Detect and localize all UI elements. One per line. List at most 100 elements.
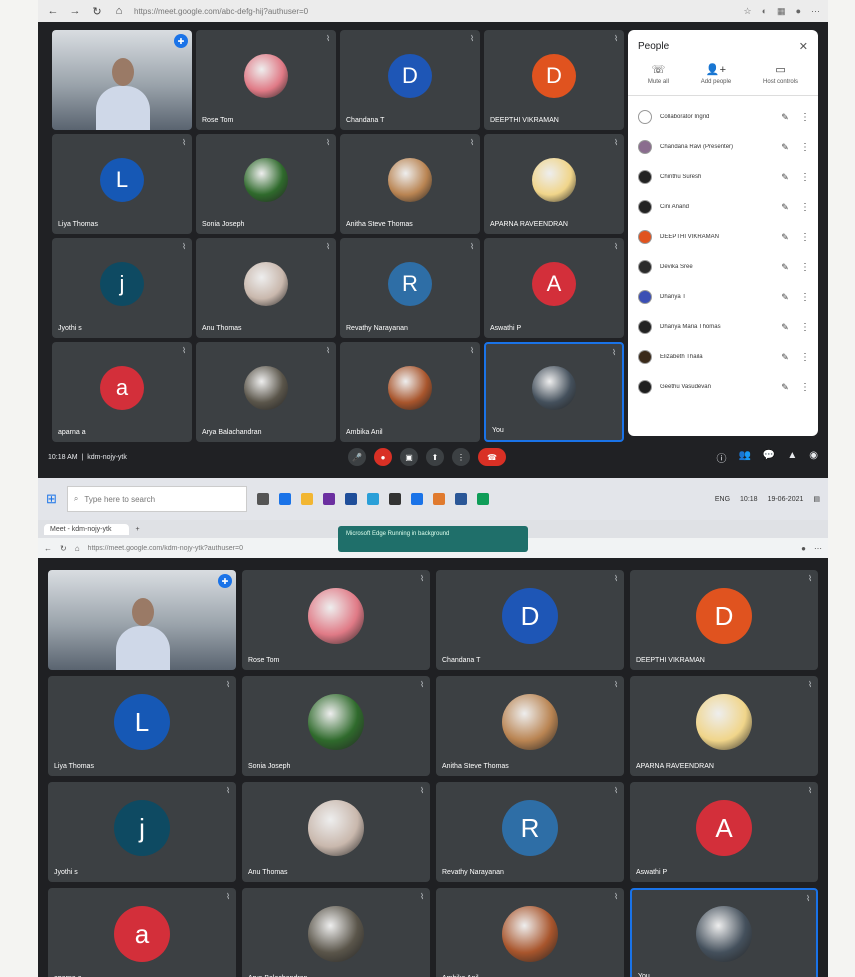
home-button[interactable]: ⌂ [112, 5, 126, 17]
mute-icon[interactable]: ✎ [778, 172, 792, 183]
participant-tile[interactable]: L ⌇ Liya Thomas [52, 134, 192, 234]
browser-tab[interactable]: Meet - kdm-nojy-ytk [44, 523, 130, 535]
participant-tile[interactable]: ⌇ Anu Thomas [242, 782, 430, 882]
extension-icon[interactable]: ☆ [744, 6, 752, 17]
participant-tile[interactable]: ⌇ Arya Balachandran [196, 342, 336, 442]
leave-call-button[interactable]: ☎ [478, 448, 506, 466]
more-options-icon[interactable]: ⋮ [800, 292, 810, 303]
back-button[interactable]: ← [46, 5, 60, 17]
people-list-item[interactable]: Cini Anand ✎ ⋮ [628, 192, 818, 222]
people-list-item[interactable]: Dhanya Maria Thomas ✎ ⋮ [628, 312, 818, 342]
profile-icon[interactable]: ● [796, 6, 801, 17]
menu-icon[interactable]: ⋯ [814, 544, 822, 553]
people-list-item[interactable]: Dhanya T ✎ ⋮ [628, 282, 818, 312]
extension-icon[interactable]: ◐ [762, 6, 767, 17]
participant-tile[interactable]: ⌇ APARNA RAVEENDRAN [484, 134, 624, 234]
start-icon[interactable]: ⊞ [46, 491, 57, 507]
people-action-button[interactable]: 👤+ Add people [701, 63, 731, 85]
new-tab-icon[interactable]: + [135, 526, 139, 533]
participant-tile[interactable]: A ⌇ Aswathi P [484, 238, 624, 338]
participant-tile[interactable]: ⌇ Anitha Steve Thomas [436, 676, 624, 776]
participant-tile[interactable]: j ⌇ Jyothi s [48, 782, 236, 882]
people-list-item[interactable]: Geethu Vasudevan ✎ ⋮ [628, 372, 818, 402]
more-options-icon[interactable]: ⋮ [800, 382, 810, 393]
more-options-icon[interactable]: ⋮ [800, 142, 810, 153]
app-icon[interactable] [410, 493, 423, 505]
people-action-button[interactable]: ☏ Mute all [648, 63, 669, 85]
mute-icon[interactable]: ✎ [778, 322, 792, 333]
participant-tile[interactable]: j ⌇ Jyothi s [52, 238, 192, 338]
app-icon[interactable] [322, 493, 335, 505]
participant-tile[interactable]: ⌇Ambika Anil [436, 888, 624, 977]
tray-clock[interactable]: 10:18 [740, 496, 758, 503]
participant-tile[interactable]: ⌇ You [630, 888, 818, 977]
pin-icon[interactable]: ✚ [218, 574, 232, 588]
notification-toast[interactable]: Microsoft Edge Running in background [338, 526, 528, 552]
back-icon[interactable]: ← [44, 544, 52, 553]
people-list-item[interactable]: Chinthu Suresh ✎ ⋮ [628, 162, 818, 192]
forward-button[interactable]: → [68, 5, 82, 17]
more-options-icon[interactable]: ⋮ [800, 232, 810, 243]
participant-tile[interactable]: D ⌇ DEEPTHI VIKRAMAN [630, 570, 818, 670]
address-bar[interactable]: https://meet.google.com/abc-defg-hij?aut… [134, 7, 736, 16]
participant-tile[interactable]: D ⌇ DEEPTHI VIKRAMAN [484, 30, 624, 130]
mute-icon[interactable]: ✎ [778, 232, 792, 243]
notification-icon[interactable]: ▤ [813, 495, 820, 503]
participant-tile[interactable]: ✚ [48, 570, 236, 670]
more-options-icon[interactable]: ⋮ [800, 352, 810, 363]
app-icon[interactable] [366, 493, 379, 505]
participant-tile[interactable]: R ⌇ Revathy Narayanan [340, 238, 480, 338]
participant-tile[interactable]: R ⌇ Revathy Narayanan [436, 782, 624, 882]
participant-tile[interactable]: ✚ [52, 30, 192, 130]
people-list-item[interactable]: Devika Sree ✎ ⋮ [628, 252, 818, 282]
reload-button[interactable]: ↻ [90, 5, 104, 18]
participant-tile[interactable]: D ⌇ Chandana T [436, 570, 624, 670]
mute-icon[interactable]: ✎ [778, 382, 792, 393]
task-view-icon[interactable] [256, 493, 269, 505]
people-list-item[interactable]: Chandana Ravi (Presenter) ✎ ⋮ [628, 132, 818, 162]
more-options-icon[interactable]: ⋮ [800, 322, 810, 333]
mute-icon[interactable]: ✎ [778, 202, 792, 213]
app-icon[interactable] [476, 493, 489, 505]
menu-icon[interactable]: ⋯ [811, 6, 820, 17]
reload-icon[interactable]: ↻ [60, 544, 67, 553]
participant-tile[interactable]: ⌇Ambika Anil [340, 342, 480, 442]
home-icon[interactable]: ⌂ [75, 544, 80, 553]
people-action-button[interactable]: ▭ Host controls [763, 63, 798, 85]
participant-tile[interactable]: D ⌇ Chandana T [340, 30, 480, 130]
taskbar-search[interactable]: ⌕ Type here to search [66, 486, 247, 512]
participant-tile[interactable]: ⌇ Rose Tom [242, 570, 430, 670]
participant-tile[interactable]: a⌇aparna a [48, 888, 236, 977]
participant-tile[interactable]: A ⌇ Aswathi P [630, 782, 818, 882]
activities-icon[interactable]: ▲ [787, 450, 797, 465]
participant-tile[interactable]: ⌇ Rose Tom [196, 30, 336, 130]
edge-icon[interactable] [278, 493, 291, 505]
tray-date[interactable]: 19-06-2021 [768, 496, 804, 503]
mute-icon[interactable]: ✎ [778, 292, 792, 303]
app-icon[interactable] [432, 493, 445, 505]
app-icon[interactable] [344, 493, 357, 505]
present-button[interactable]: ⬆ [426, 448, 444, 466]
tray-language[interactable]: ENG [715, 496, 730, 503]
participant-tile[interactable]: ⌇ Sonia Joseph [242, 676, 430, 776]
app-icon[interactable] [454, 493, 467, 505]
mute-icon[interactable]: ✎ [778, 262, 792, 273]
mute-icon[interactable]: ✎ [778, 142, 792, 153]
extension-icon[interactable]: ▦ [777, 6, 786, 17]
participant-tile[interactable]: ⌇ APARNA RAVEENDRAN [630, 676, 818, 776]
more-options-icon[interactable]: ⋮ [800, 112, 810, 123]
participant-tile[interactable]: L ⌇ Liya Thomas [48, 676, 236, 776]
participant-tile[interactable]: a⌇aparna a [52, 342, 192, 442]
host-controls-icon[interactable]: ◉ [809, 450, 818, 465]
mute-icon[interactable]: ✎ [778, 112, 792, 123]
people-icon[interactable]: 👥 [738, 450, 750, 465]
captions-button[interactable]: ▣ [400, 448, 418, 466]
pin-icon[interactable]: ✚ [174, 34, 188, 48]
people-list-item[interactable]: DEEPTHI VIKRAMAN ✎ ⋮ [628, 222, 818, 252]
more-options-icon[interactable]: ⋮ [800, 262, 810, 273]
participant-tile[interactable]: ⌇ Anitha Steve Thomas [340, 134, 480, 234]
more-options-icon[interactable]: ⋮ [800, 202, 810, 213]
more-options-icon[interactable]: ⋮ [800, 172, 810, 183]
close-icon[interactable]: ✕ [799, 40, 808, 53]
more-options-button[interactable]: ⋮ [452, 448, 470, 466]
